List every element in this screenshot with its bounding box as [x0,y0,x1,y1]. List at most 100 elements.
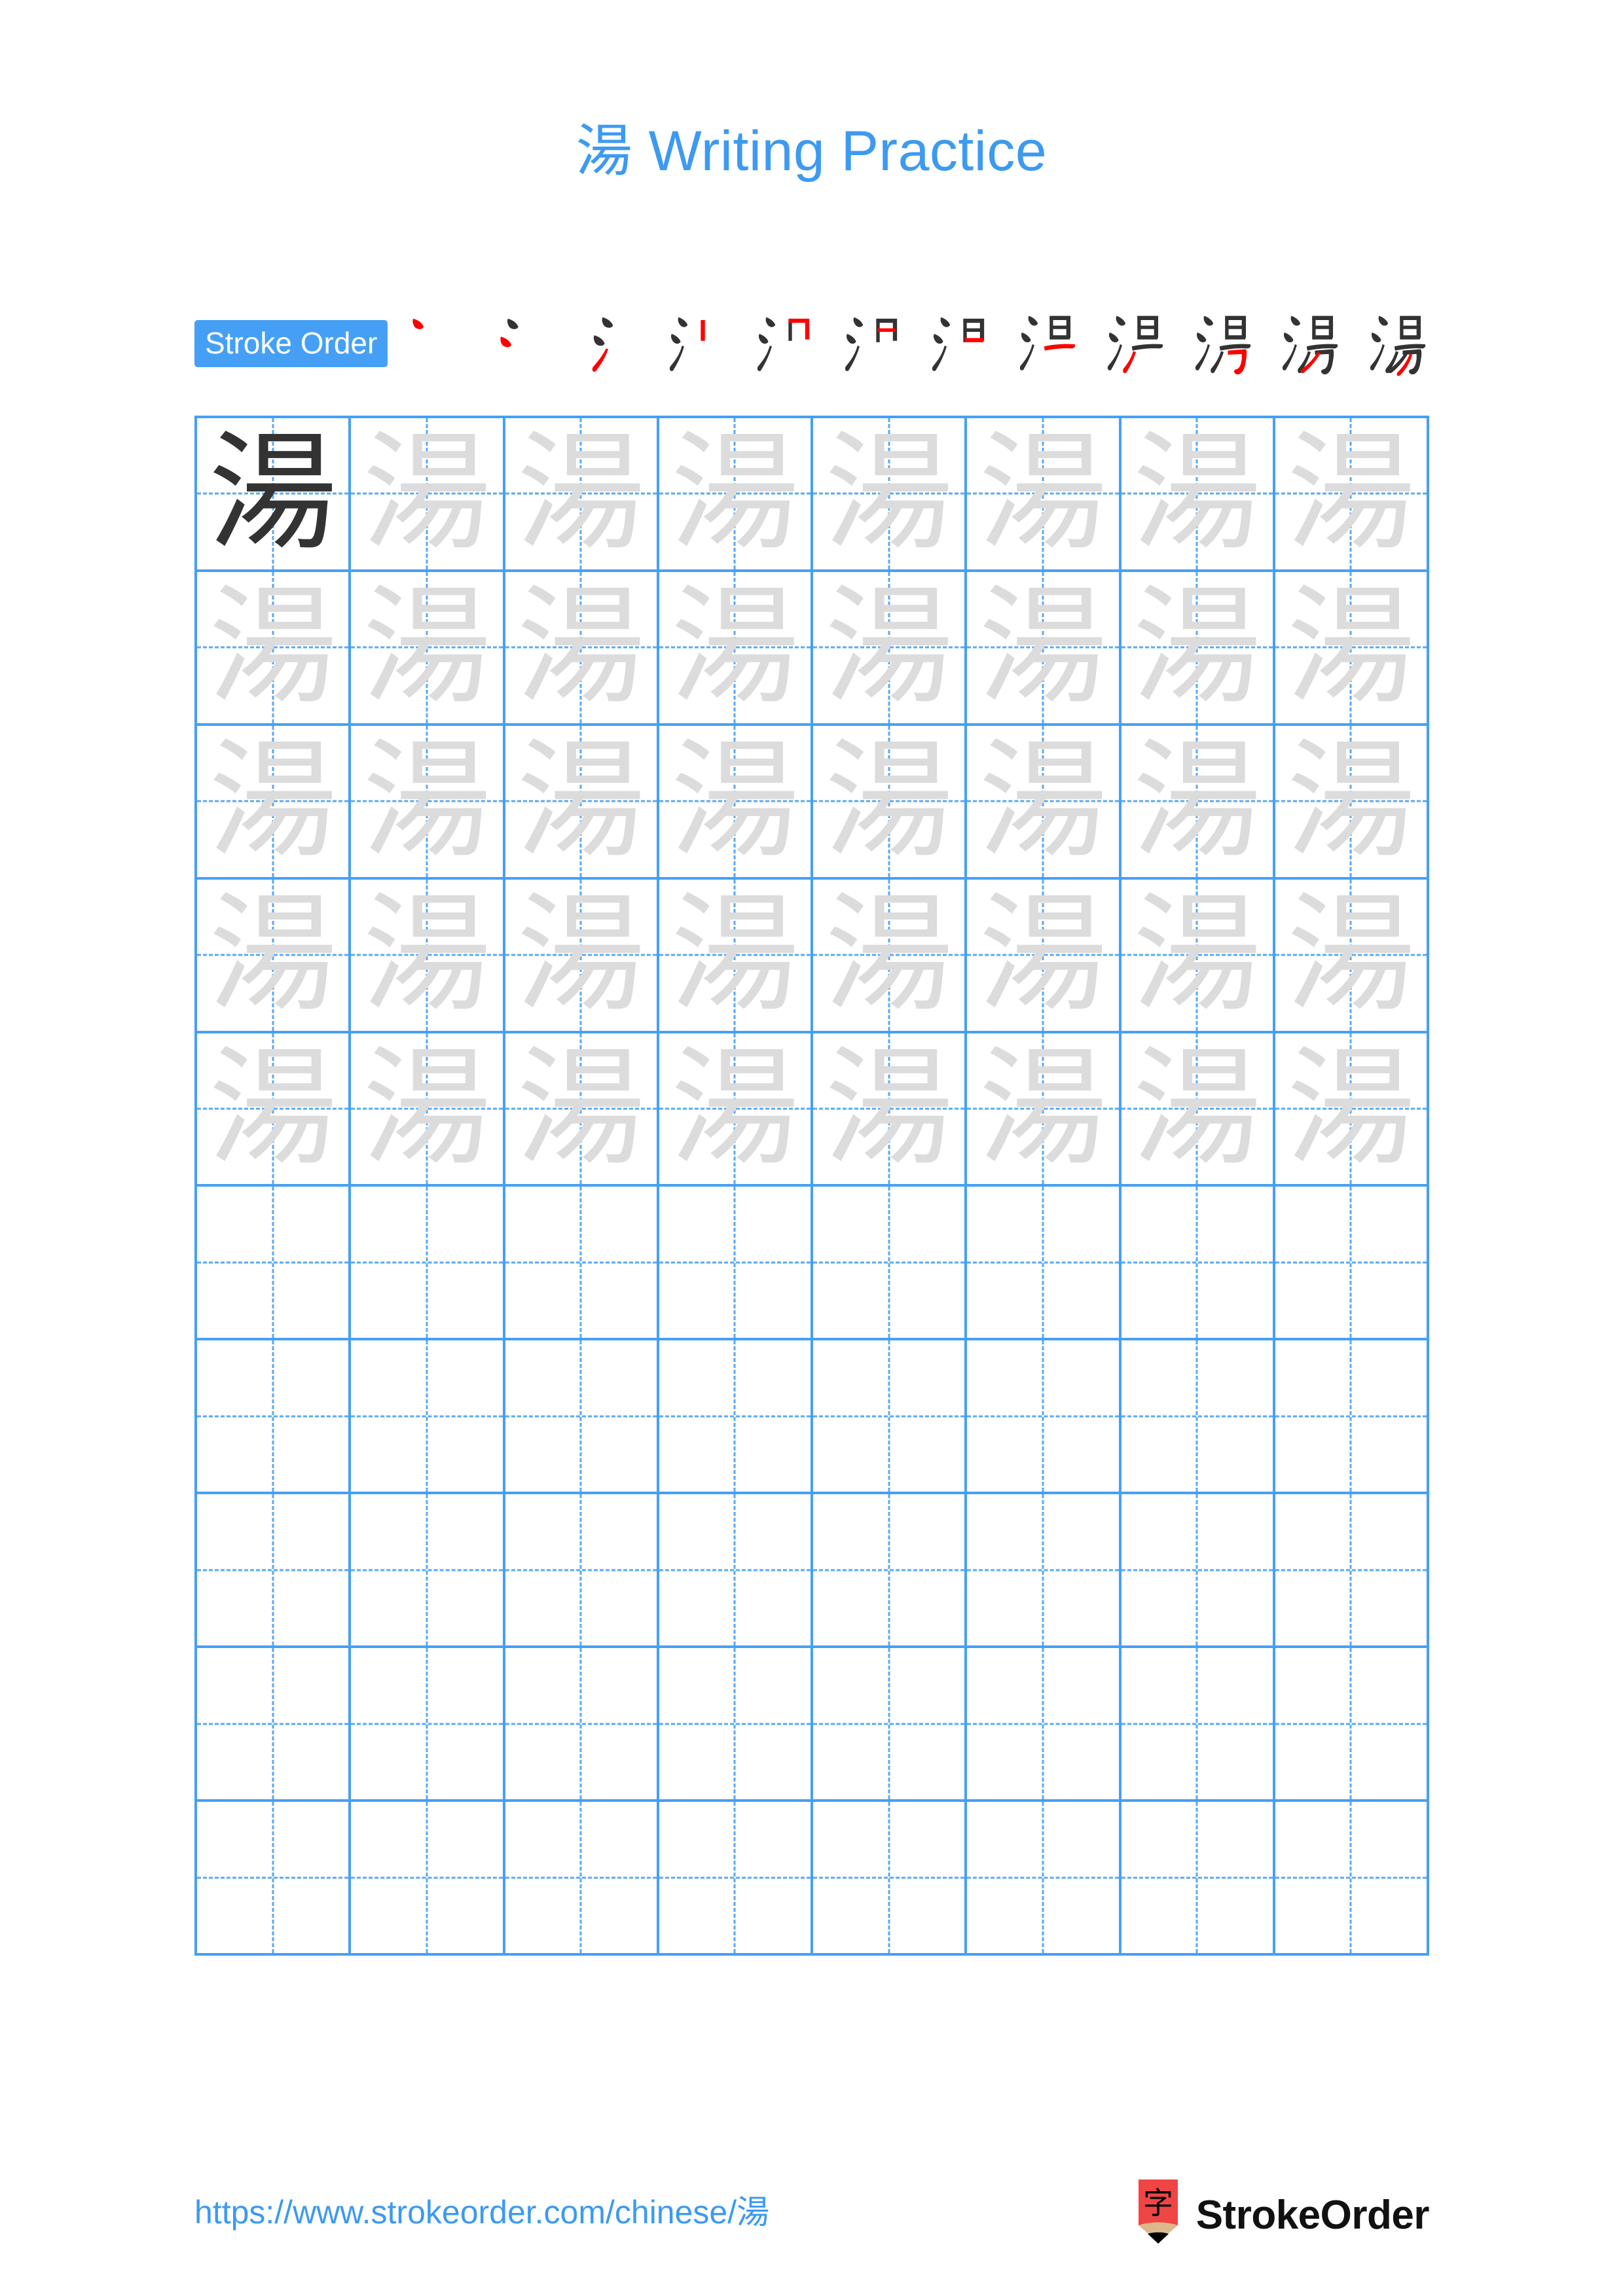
practice-cell-r7-c1[interactable] [197,1340,352,1495]
practice-cell-r2-c6[interactable]: 湯 [967,571,1122,726]
practice-cell-r10-c6[interactable] [967,1802,1122,1956]
practice-cell-r7-c6[interactable] [967,1340,1122,1495]
practice-cell-r6-c3[interactable] [505,1187,659,1341]
practice-cell-r8-c7[interactable] [1121,1494,1275,1649]
practice-cell-r4-c7[interactable]: 湯 [1121,879,1275,1033]
practice-cell-r4-c1[interactable]: 湯 [197,879,352,1033]
practice-cell-r9-c4[interactable] [659,1648,813,1803]
practice-cell-r10-c7[interactable] [1121,1802,1275,1956]
trace-character: 湯 [362,573,491,723]
trace-character: 湯 [824,419,953,569]
practice-cell-r8-c1[interactable] [197,1494,352,1649]
empty-cell-placeholder [505,1340,657,1492]
practice-cell-r3-c7[interactable]: 湯 [1121,725,1275,880]
trace-character: 湯 [978,419,1107,569]
practice-cell-r7-c4[interactable] [659,1340,813,1495]
practice-cell-r4-c6[interactable]: 湯 [967,879,1122,1033]
practice-cell-r10-c2[interactable] [351,1802,505,1956]
practice-cell-r1-c3[interactable]: 湯 [505,418,659,572]
empty-cell-placeholder [197,1802,348,1953]
practice-cell-r1-c7[interactable]: 湯 [1121,418,1275,572]
practice-cell-r10-c5[interactable] [813,1802,968,1956]
practice-cell-r6-c5[interactable] [813,1187,968,1341]
practice-cell-r6-c7[interactable] [1121,1187,1275,1341]
empty-cell-placeholder [659,1802,811,1953]
practice-cell-r8-c2[interactable] [351,1494,505,1649]
practice-cell-r9-c8[interactable] [1275,1648,1429,1803]
practice-cell-r3-c8[interactable]: 湯 [1275,725,1429,880]
empty-cell-placeholder [1275,1340,1427,1492]
practice-cell-r1-c5[interactable]: 湯 [813,418,968,572]
practice-cell-r5-c4[interactable]: 湯 [659,1033,813,1187]
practice-cell-r5-c5[interactable]: 湯 [813,1033,968,1187]
practice-cell-r1-c2[interactable]: 湯 [351,418,505,572]
practice-cell-r3-c4[interactable]: 湯 [659,725,813,880]
practice-cell-r10-c3[interactable] [505,1802,659,1956]
practice-cell-r9-c1[interactable] [197,1648,352,1803]
practice-cell-r2-c4[interactable]: 湯 [659,571,813,726]
practice-cell-r3-c3[interactable]: 湯 [505,725,659,880]
practice-cell-r2-c1[interactable]: 湯 [197,571,352,726]
practice-cell-r8-c3[interactable] [505,1494,659,1649]
practice-cell-r8-c4[interactable] [659,1494,813,1649]
practice-cell-r6-c8[interactable] [1275,1187,1429,1341]
trace-character: 湯 [362,726,491,876]
trace-character: 湯 [978,726,1107,876]
empty-cell-placeholder [351,1187,502,1338]
practice-cell-r8-c5[interactable] [813,1494,968,1649]
brand-block[interactable]: 字 StrokeOrder [1135,2179,1430,2250]
practice-cell-r10-c4[interactable] [659,1802,813,1956]
practice-cell-r7-c3[interactable] [505,1340,659,1495]
practice-cell-r6-c6[interactable] [967,1187,1122,1341]
practice-cell-r2-c8[interactable]: 湯 [1275,571,1429,726]
practice-cell-r4-c2[interactable]: 湯 [351,879,505,1033]
practice-cell-r1-c1[interactable]: 湯 [197,418,352,572]
practice-cell-r9-c3[interactable] [505,1648,659,1803]
practice-cell-r7-c8[interactable] [1275,1340,1429,1495]
practice-cell-r2-c7[interactable]: 湯 [1121,571,1275,726]
practice-cell-r5-c8[interactable]: 湯 [1275,1033,1429,1187]
practice-cell-r9-c6[interactable] [967,1648,1122,1803]
practice-cell-r5-c7[interactable]: 湯 [1121,1033,1275,1187]
source-url-link[interactable]: https://www.strokeorder.com/chinese/湯 [194,2186,769,2233]
practice-cell-r7-c5[interactable] [813,1340,968,1495]
practice-cell-r4-c3[interactable]: 湯 [505,879,659,1033]
practice-cell-r9-c5[interactable] [813,1648,968,1803]
practice-cell-r6-c1[interactable] [197,1187,352,1341]
trace-character: 湯 [1133,573,1262,723]
practice-cell-r10-c8[interactable] [1275,1802,1429,1956]
practice-cell-r2-c5[interactable]: 湯 [813,571,968,726]
trace-character: 湯 [670,880,799,1030]
practice-cell-r9-c7[interactable] [1121,1648,1275,1803]
trace-character: 湯 [1286,1034,1415,1184]
practice-cell-r5-c6[interactable]: 湯 [967,1033,1122,1187]
practice-cell-r3-c5[interactable]: 湯 [813,725,968,880]
stroke-step-1 [399,309,469,378]
practice-cell-r7-c2[interactable] [351,1340,505,1495]
practice-grid: 湯湯湯湯湯湯湯湯湯湯湯湯湯湯湯湯湯湯湯湯湯湯湯湯湯湯湯湯湯湯湯湯湯湯湯湯湯湯湯湯 [194,416,1429,1956]
practice-cell-r3-c6[interactable]: 湯 [967,725,1122,880]
practice-cell-r6-c4[interactable] [659,1187,813,1341]
practice-cell-r4-c5[interactable]: 湯 [813,879,968,1033]
practice-cell-r4-c4[interactable]: 湯 [659,879,813,1033]
practice-cell-r2-c3[interactable]: 湯 [505,571,659,726]
practice-cell-r6-c2[interactable] [351,1187,505,1341]
practice-cell-r3-c1[interactable]: 湯 [197,725,352,880]
practice-cell-r2-c2[interactable]: 湯 [351,571,505,726]
practice-cell-r8-c8[interactable] [1275,1494,1429,1649]
practice-cell-r7-c7[interactable] [1121,1340,1275,1495]
practice-cell-r10-c1[interactable] [197,1802,352,1956]
practice-cell-r1-c8[interactable]: 湯 [1275,418,1429,572]
stroke-order-label: Stroke Order [194,320,388,367]
practice-cell-r4-c8[interactable]: 湯 [1275,879,1429,1033]
practice-cell-r5-c3[interactable]: 湯 [505,1033,659,1187]
practice-cell-r1-c4[interactable]: 湯 [659,418,813,572]
practice-cell-r8-c6[interactable] [967,1494,1122,1649]
trace-character: 湯 [362,1034,491,1184]
practice-cell-r9-c2[interactable] [351,1648,505,1803]
practice-cell-r1-c6[interactable]: 湯 [967,418,1122,572]
empty-cell-placeholder [813,1494,964,1645]
practice-cell-r3-c2[interactable]: 湯 [351,725,505,880]
practice-cell-r5-c2[interactable]: 湯 [351,1033,505,1187]
practice-cell-r5-c1[interactable]: 湯 [197,1033,352,1187]
